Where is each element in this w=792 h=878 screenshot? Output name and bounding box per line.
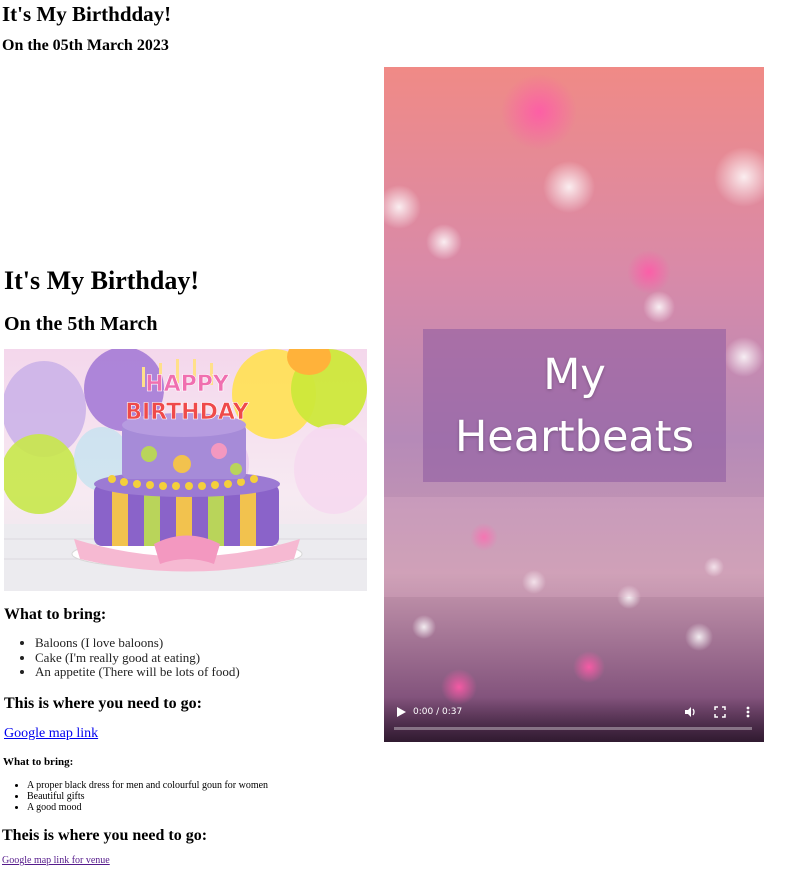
play-icon[interactable] xyxy=(394,705,408,719)
bring-list: Baloons (I love baloons) Cake (I'm reall… xyxy=(0,635,405,680)
video-player[interactable]: My Heartbeats 0:00 / 0:37 xyxy=(384,67,764,742)
map-link[interactable]: Google map link xyxy=(4,726,98,742)
main-panel: It's My Birthday! On the 5th March xyxy=(4,266,374,336)
volume-icon[interactable] xyxy=(683,705,697,719)
cake-text-birthday: BIRTHDAY xyxy=(125,400,250,425)
more-vert-icon[interactable] xyxy=(744,705,752,719)
list-item: Baloons (I love baloons) xyxy=(35,635,405,651)
list-item: A proper black dress for men and colourf… xyxy=(27,780,407,791)
list-item: An appetite (There will be lots of food) xyxy=(35,664,405,680)
video-title-card: My Heartbeats xyxy=(423,329,726,482)
cake-text-happy: HAPPY xyxy=(145,372,230,397)
list-item: A good mood xyxy=(27,802,407,813)
go-heading-secondary: Theis is where you need to go: xyxy=(2,827,208,844)
video-time: 0:00 / 0:37 xyxy=(413,707,463,717)
bring-heading-secondary: What to bring: xyxy=(3,756,74,768)
venue-map-link[interactable]: Google map link for venue xyxy=(2,855,110,867)
main-title: It's My Birthday! xyxy=(4,266,199,295)
bring-list-secondary: A proper black dress for men and colourf… xyxy=(0,780,407,813)
list-item: Cake (I'm really good at eating) xyxy=(35,650,405,666)
video-progress-bar[interactable] xyxy=(394,727,752,730)
main-date: On the 5th March xyxy=(4,313,158,335)
fullscreen-icon[interactable] xyxy=(713,705,727,719)
page-title: It's My Birthdday! xyxy=(2,2,172,26)
video-caption-line2: Heartbeats xyxy=(454,411,695,462)
video-controls: 0:00 / 0:37 xyxy=(384,697,764,742)
go-heading: This is where you need to go: xyxy=(4,695,202,712)
bring-heading: What to bring: xyxy=(4,606,107,623)
video-caption-line1: My xyxy=(543,349,606,400)
page-date: On the 05th March 2023 xyxy=(2,37,169,54)
list-item: Beautiful gifts xyxy=(27,791,407,802)
birthday-cake-image: HAPPY BIRTHDAY xyxy=(4,349,367,591)
